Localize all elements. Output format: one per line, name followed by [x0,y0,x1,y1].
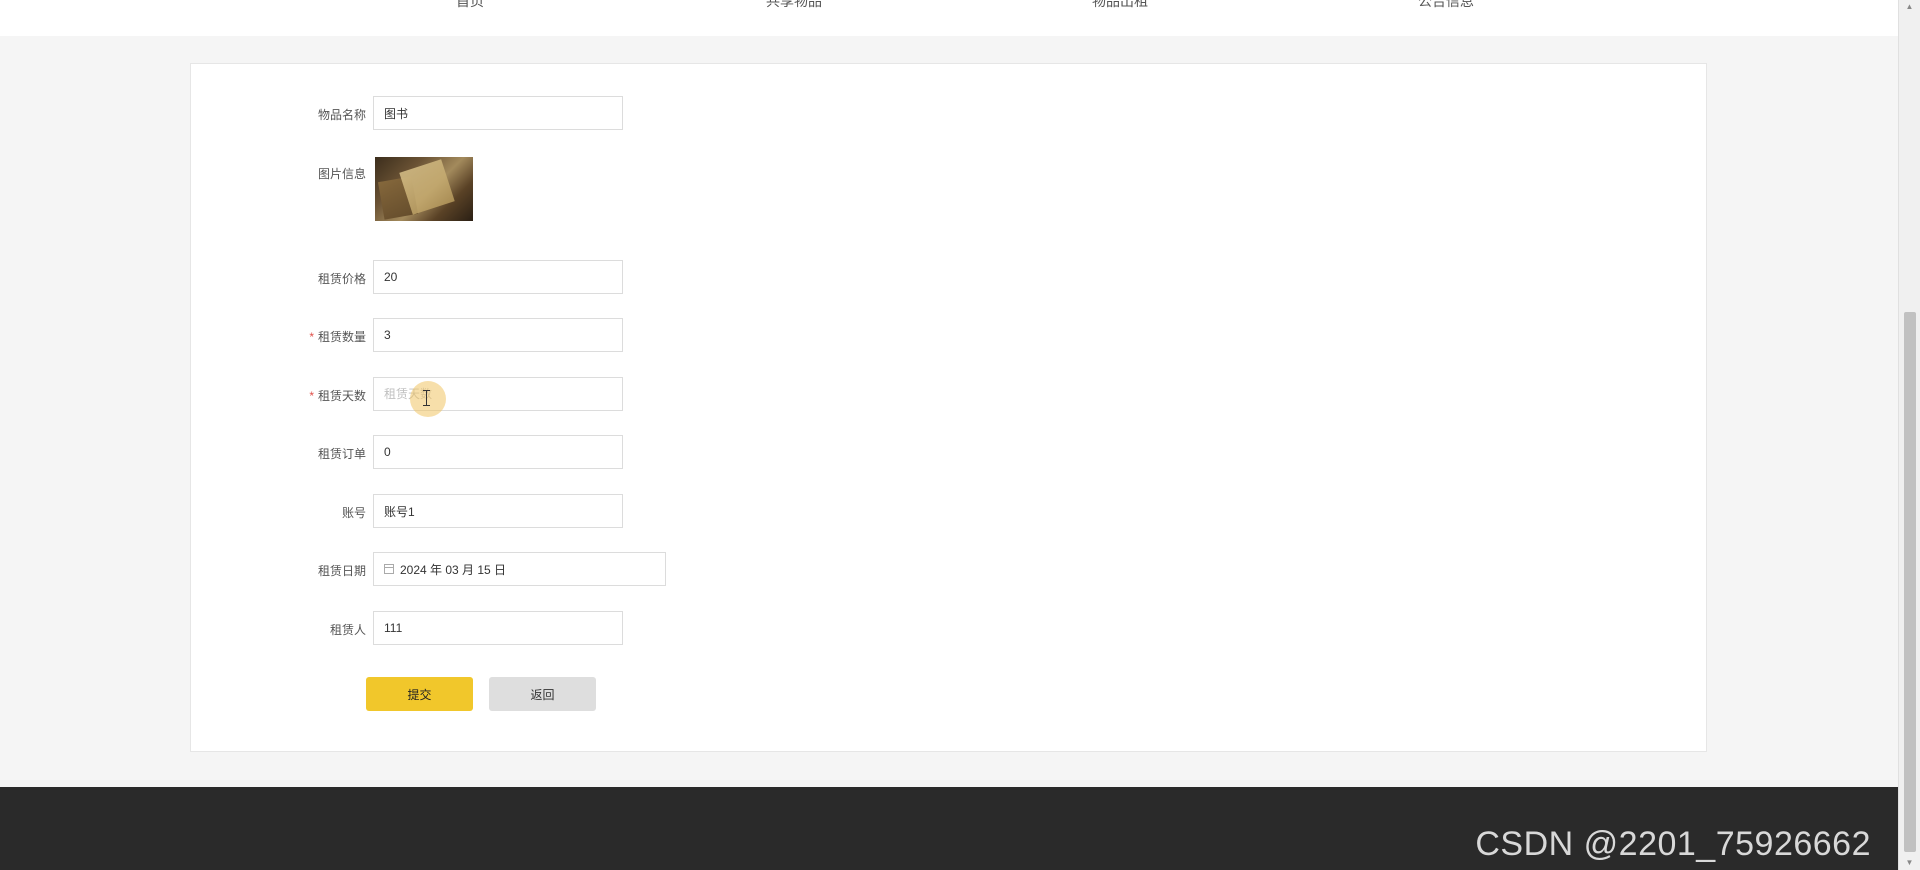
renter-label: 租赁人 [329,623,366,637]
nav-item-shared-items[interactable]: 共享物品 [766,0,822,11]
item-name-input[interactable] [373,96,623,130]
top-navigation: 首页 共享物品 物品出租 公告信息 [0,0,1898,36]
date-value: 2024 年 03 月 15 日 [400,562,507,577]
required-mark: * [309,389,314,403]
nav-item-home[interactable]: 首页 [456,0,484,11]
page-footer: CSDN @2201_75926662 [0,787,1898,870]
scrollbar-thumb[interactable] [1904,312,1916,852]
date-picker[interactable]: 2024 年 03 月 15 日 [373,552,666,586]
quantity-label: * 租赁数量 [309,330,366,344]
order-label: 租赁订单 [317,447,366,461]
back-button[interactable]: 返回 [489,677,596,711]
scroll-up-icon[interactable]: ▲ [1899,0,1920,14]
price-input[interactable] [373,260,623,294]
nav-item-announcements[interactable]: 公告信息 [1418,0,1474,11]
vertical-scrollbar[interactable]: ▲ ▼ [1898,0,1920,870]
account-input[interactable] [373,494,623,528]
days-label: * 租赁天数 [309,389,366,403]
scroll-down-icon[interactable]: ▼ [1899,856,1920,870]
required-mark: * [309,330,314,344]
account-label: 账号 [341,506,366,520]
quantity-input[interactable] [373,318,623,352]
calendar-icon [384,564,394,574]
price-label: 租赁价格 [317,272,366,286]
order-input[interactable] [373,435,623,469]
item-name-label: 物品名称 [317,108,366,122]
date-label: 租赁日期 [317,564,366,578]
image-label: 图片信息 [317,167,366,181]
watermark-text: CSDN @2201_75926662 [1475,825,1871,863]
text-cursor-icon [423,390,430,406]
item-image[interactable] [375,157,473,221]
renter-input[interactable] [373,611,623,645]
submit-button[interactable]: 提交 [366,677,473,711]
nav-item-rental[interactable]: 物品出租 [1092,0,1148,11]
